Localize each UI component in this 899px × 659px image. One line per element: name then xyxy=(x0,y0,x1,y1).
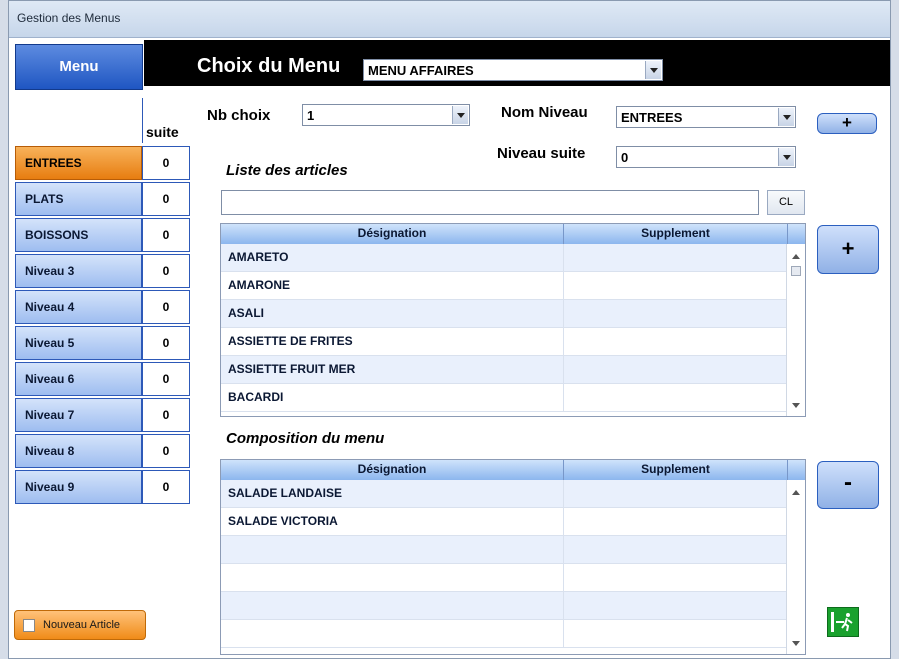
table-row[interactable]: AMARETO xyxy=(221,244,787,272)
composition-scrollbar[interactable] xyxy=(786,480,805,654)
chevron-down-icon[interactable] xyxy=(778,148,794,166)
level-suite-count: 0 xyxy=(142,326,190,360)
level-suite-count: 0 xyxy=(142,254,190,288)
scroll-thumb[interactable] xyxy=(791,266,801,276)
table-row[interactable]: SALADE LANDAISE xyxy=(221,480,787,508)
designation-cell: AMARONE xyxy=(228,278,290,292)
table-row[interactable] xyxy=(221,564,787,592)
level-button-3[interactable]: BOISSONS xyxy=(15,218,142,252)
supplement-column-header[interactable]: Supplement xyxy=(564,462,787,476)
title-bar: Gestion des Menus xyxy=(9,1,890,38)
add-article-label: + xyxy=(841,236,855,261)
new-article-button[interactable]: Nouveau Article xyxy=(14,610,146,640)
level-button-9[interactable]: Niveau 8 xyxy=(15,434,142,468)
window-title: Gestion des Menus xyxy=(17,11,121,25)
composition-table: Désignation Supplement SALADE LANDAISE SA… xyxy=(220,459,806,655)
remove-article-button[interactable]: - xyxy=(817,461,879,509)
table-header-corner xyxy=(787,460,805,480)
designation-cell: BACARDI xyxy=(228,390,284,404)
table-row[interactable] xyxy=(221,620,787,648)
supplement-column-header[interactable]: Supplement xyxy=(564,226,787,240)
chevron-down-icon[interactable] xyxy=(645,61,661,79)
level-suite-count: 0 xyxy=(142,470,190,504)
nom-niveau-select[interactable]: ENTREES xyxy=(616,106,796,128)
level-suite-count: 0 xyxy=(142,398,190,432)
scroll-down-icon[interactable] xyxy=(792,641,800,646)
level-suite-count: 0 xyxy=(142,218,190,252)
article-search-input[interactable] xyxy=(221,190,759,215)
level-button-5[interactable]: Niveau 4 xyxy=(15,290,142,324)
nb-choix-value: 1 xyxy=(307,108,315,123)
level-button-7[interactable]: Niveau 6 xyxy=(15,362,142,396)
remove-article-label: - xyxy=(844,469,852,496)
composition-table-header: Désignation Supplement xyxy=(221,460,787,481)
level-button-10[interactable]: Niveau 9 xyxy=(15,470,142,504)
composition-title: Composition du menu xyxy=(226,430,385,447)
app-window: Gestion des Menus Menu Choix du Menu MEN… xyxy=(8,0,891,659)
level-suite-count: 0 xyxy=(142,290,190,324)
niveau-suite-value: 0 xyxy=(621,150,629,165)
table-row[interactable]: ASSIETTE FRUIT MER xyxy=(221,356,787,384)
add-level-label: + xyxy=(842,113,852,132)
menu-select-value: MENU AFFAIRES xyxy=(368,63,474,78)
liste-articles-title: Liste des articles xyxy=(226,162,348,179)
articles-scrollbar[interactable] xyxy=(786,244,805,416)
designation-cell: SALADE LANDAISE xyxy=(228,486,343,500)
menu-select[interactable]: MENU AFFAIRES xyxy=(363,59,663,81)
table-row[interactable]: ASSIETTE DE FRITES xyxy=(221,328,787,356)
niveau-suite-select[interactable]: 0 xyxy=(616,146,796,168)
level-button-6[interactable]: Niveau 5 xyxy=(15,326,142,360)
nom-niveau-label: Nom Niveau xyxy=(501,104,588,121)
level-button-8[interactable]: Niveau 7 xyxy=(15,398,142,432)
designation-column-header[interactable]: Désignation xyxy=(221,226,563,240)
clear-label: CL xyxy=(778,196,794,208)
level-button-4[interactable]: Niveau 3 xyxy=(15,254,142,288)
new-article-label: Nouveau Article xyxy=(43,619,121,631)
document-icon xyxy=(23,619,35,632)
level-suite-count: 0 xyxy=(142,182,190,216)
nb-choix-label: Nb choix xyxy=(207,107,271,124)
chevron-down-icon[interactable] xyxy=(452,106,468,124)
suite-label: suite xyxy=(146,124,179,140)
articles-table: Désignation Supplement AMARETO AMARONE ASA… xyxy=(220,223,806,417)
exit-icon xyxy=(831,612,853,632)
table-row[interactable]: BACARDI xyxy=(221,384,787,412)
designation-cell: ASSIETTE DE FRITES xyxy=(228,334,353,348)
scroll-down-icon[interactable] xyxy=(792,403,800,408)
exit-button[interactable] xyxy=(827,607,859,637)
level-button-2[interactable]: PLATS xyxy=(15,182,142,216)
designation-cell: ASALI xyxy=(228,306,264,320)
chevron-down-icon[interactable] xyxy=(778,108,794,126)
level-suite-count: 0 xyxy=(142,434,190,468)
choix-menu-label: Choix du Menu xyxy=(197,55,341,77)
designation-cell: SALADE VICTORIA xyxy=(228,514,338,528)
table-row[interactable]: ASALI xyxy=(221,300,787,328)
designation-cell: ASSIETTE FRUIT MER xyxy=(228,362,356,376)
level-suite-count: 0 xyxy=(142,146,190,180)
add-level-button[interactable]: + xyxy=(817,113,877,134)
table-row[interactable] xyxy=(221,536,787,564)
table-row[interactable]: SALADE VICTORIA xyxy=(221,508,787,536)
level-suite-count: 0 xyxy=(142,362,190,396)
nom-niveau-value: ENTREES xyxy=(621,110,683,125)
designation-column-header[interactable]: Désignation xyxy=(221,462,563,476)
niveau-suite-label: Niveau suite xyxy=(497,145,586,162)
suite-column-header: suite xyxy=(142,98,189,143)
add-article-button[interactable]: + xyxy=(817,225,879,274)
articles-table-header: Désignation Supplement xyxy=(221,224,787,245)
designation-cell: AMARETO xyxy=(228,250,289,264)
table-row[interactable]: AMARONE xyxy=(221,272,787,300)
nb-choix-select[interactable]: 1 xyxy=(302,104,470,126)
table-row[interactable] xyxy=(221,592,787,620)
table-header-corner xyxy=(787,224,805,244)
clear-button[interactable]: CL xyxy=(767,190,805,215)
scroll-up-icon[interactable] xyxy=(792,490,800,495)
level-button-1[interactable]: ENTREES xyxy=(15,146,142,180)
menu-header: Menu xyxy=(15,44,143,90)
scroll-up-icon[interactable] xyxy=(792,254,800,259)
